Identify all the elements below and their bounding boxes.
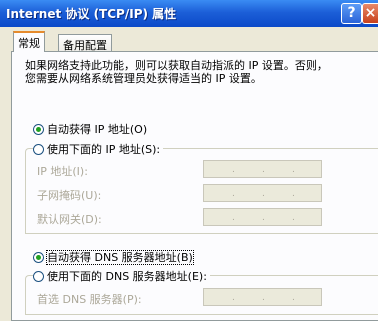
default-gateway-field[interactable]: . . . <box>203 208 322 226</box>
auto-dns-radio[interactable]: 自动获得 DNS 服务器地址(B) <box>33 249 194 265</box>
preferred-dns-field[interactable]: . . . <box>203 288 322 306</box>
ip-address-label: IP 地址(I): <box>37 165 88 178</box>
radio-unchecked-icon[interactable] <box>33 271 44 282</box>
radio-checked-icon[interactable] <box>33 252 44 263</box>
subnet-mask-field[interactable]: . . . <box>203 184 322 202</box>
manual-dns-label: 使用下面的 DNS 服务器地址(E): <box>47 270 207 283</box>
preferred-dns-label: 首选 DNS 服务器(P): <box>37 293 142 306</box>
subnet-mask-label: 子网掩码(U): <box>37 189 102 202</box>
tab-general[interactable]: 常规 <box>13 31 45 52</box>
manual-ip-label: 使用下面的 IP 地址(S): <box>47 143 161 156</box>
close-button[interactable]: × <box>362 3 378 24</box>
window-title: Internet 协议 (TCP/IP) 属性 <box>6 7 177 21</box>
manual-ip-radio[interactable]: 使用下面的 IP 地址(S): <box>33 141 164 157</box>
auto-dns-label: 自动获得 DNS 服务器地址(B) <box>46 250 194 265</box>
radio-checked-icon[interactable] <box>33 124 44 135</box>
ip-address-field[interactable]: . . . <box>203 160 322 178</box>
description-text: 如果网络支持此功能，则可以获取自动指派的 IP 设置。否则， 您需要从网络系统管… <box>25 59 328 85</box>
manual-dns-radio[interactable]: 使用下面的 DNS 服务器地址(E): <box>33 268 210 284</box>
auto-ip-label: 自动获得 IP 地址(O) <box>47 123 148 136</box>
auto-ip-radio[interactable]: 自动获得 IP 地址(O) <box>33 121 147 137</box>
help-button[interactable]: ? <box>341 3 362 24</box>
title-bar: Internet 协议 (TCP/IP) 属性 ? × <box>0 0 378 27</box>
tab-alternate-configuration[interactable]: 备用配置 <box>58 34 112 52</box>
radio-unchecked-icon[interactable] <box>33 144 44 155</box>
default-gateway-label: 默认网关(D): <box>37 213 102 226</box>
